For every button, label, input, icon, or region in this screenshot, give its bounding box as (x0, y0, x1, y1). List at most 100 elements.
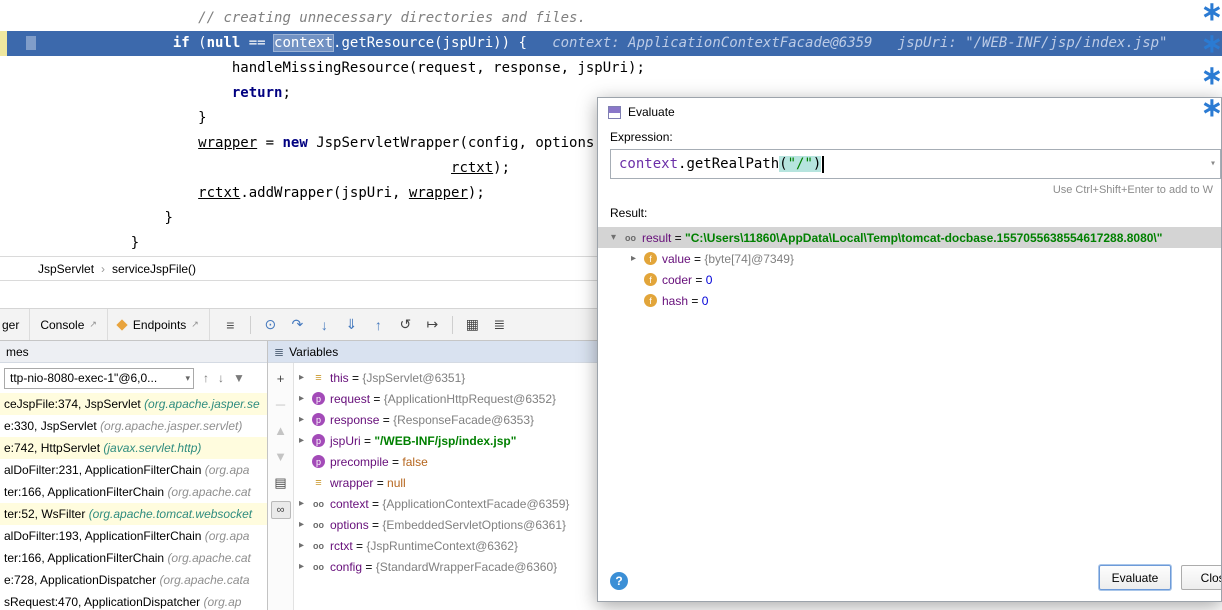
object-variable-icon: oo (312, 518, 325, 531)
layout-settings-icon[interactable]: ≣ (487, 316, 512, 333)
frame-row[interactable]: sRequest:470, ApplicationDispatcher (org… (0, 591, 267, 610)
expand-arrow-icon[interactable]: ▸ (299, 519, 311, 530)
blue-gear-icon[interactable]: ∗ (1201, 98, 1221, 117)
frame-row[interactable]: alDoFilter:231, ApplicationFilterChain (… (0, 459, 267, 481)
blue-gear-icon[interactable]: ∗ (1201, 66, 1221, 85)
expand-arrow-icon[interactable]: ▸ (299, 540, 311, 551)
variable-name: precompile (330, 455, 389, 469)
frame-package: (org.apache.tomcat.websocket (89, 507, 252, 521)
equals-sign: = (369, 497, 383, 511)
frames-panel: mes ttp-nio-8080-exec-1"@6,0... ▾ ↑↓▼ ce… (0, 341, 268, 610)
evaluate-button[interactable]: Evaluate (1099, 565, 1171, 590)
result-row[interactable]: ▾ooresult = "C:\Users\11860\AppData\Loca… (598, 227, 1221, 248)
move-up-icon[interactable]: ↑ (203, 371, 209, 385)
dialog-footer: ? Evaluate Close (598, 557, 1221, 601)
result-tree: ▾ooresult = "C:\Users\11860\AppData\Loca… (598, 227, 1221, 311)
show-watches-icon[interactable]: ∞ (271, 501, 291, 519)
variable-name: coder (662, 273, 692, 287)
code-token: if (173, 35, 190, 51)
expand-arrow-icon[interactable]: ▸ (299, 498, 311, 509)
indent (38, 110, 198, 126)
expand-arrow-icon[interactable]: ▾ (611, 232, 623, 243)
step-into-icon[interactable]: ↓ (312, 317, 337, 333)
frame-row[interactable]: alDoFilter:193, ApplicationFilterChain (… (0, 525, 267, 547)
execution-line: if (null == context.getResource(jspUri))… (0, 31, 1222, 56)
parameter-icon: p (312, 455, 325, 468)
tab-label: ger (2, 318, 19, 332)
blue-gear-icon[interactable]: ∗ (1201, 2, 1221, 21)
thread-selector[interactable]: ttp-nio-8080-exec-1"@6,0... ▾ (4, 368, 194, 389)
frame-row[interactable]: e:742, HttpServlet (javax.servlet.http) (0, 437, 267, 459)
expression-token: .getRealPath (678, 156, 779, 172)
variable-value: {JspRuntimeContext@6362} (366, 539, 518, 553)
move-down-icon[interactable]: ↓ (218, 371, 224, 385)
add-watch-icon[interactable]: + (272, 371, 290, 387)
expand-arrow-icon[interactable]: ▸ (299, 414, 311, 425)
frame-package: (org.apache.jasper.servlet) (100, 419, 242, 433)
view-options-grid-icon[interactable]: ▦ (460, 316, 485, 333)
frame-row[interactable]: ter:166, ApplicationFilterChain (org.apa… (0, 481, 267, 503)
frame-row[interactable]: ter:52, WsFilter (org.apache.tomcat.webs… (0, 503, 267, 525)
variable-row[interactable]: fcoder = 0 (598, 269, 1221, 290)
expand-arrow-icon[interactable]: ▸ (299, 372, 311, 383)
run-to-cursor-icon[interactable]: ↦ (420, 316, 445, 333)
tab-label: Console (40, 318, 84, 332)
equals-sign: = (370, 392, 384, 406)
show-execution-point-icon[interactable]: ⊙ (258, 316, 283, 333)
settings-menu-icon[interactable]: ≡ (218, 317, 243, 333)
dialog-titlebar[interactable]: Evaluate (598, 98, 1221, 126)
expand-arrow-icon[interactable]: ▸ (631, 253, 643, 264)
tab-endpoints[interactable]: Endpoints↗ (108, 309, 210, 340)
duplicate-watch-icon[interactable]: ▤ (272, 475, 290, 491)
equals-sign: = (361, 434, 375, 448)
variable-row[interactable]: fhash = 0 (598, 290, 1221, 311)
equals-sign: = (688, 294, 702, 308)
expand-arrow-icon[interactable]: ▸ (299, 435, 311, 446)
blue-gear-icon[interactable]: ∗ (1201, 34, 1221, 53)
code-token: ( (190, 35, 207, 51)
close-button[interactable]: Close (1181, 565, 1222, 590)
parameter-icon: p (312, 434, 325, 447)
frame-row[interactable]: e:330, JspServlet (org.apache.jasper.ser… (0, 415, 267, 437)
frame-row[interactable]: ter:166, ApplicationFilterChain (org.apa… (0, 547, 267, 569)
expression-history-chevron-icon[interactable]: ▾ (1210, 158, 1216, 169)
tab-console[interactable]: Console↗ (30, 309, 108, 340)
filter-funnel-icon[interactable]: ▼ (233, 371, 245, 385)
variable-row[interactable]: ▸fvalue = {byte[74]@7349} (598, 248, 1221, 269)
expand-arrow-icon[interactable]: ▸ (299, 393, 311, 404)
help-icon[interactable]: ? (610, 572, 628, 590)
result-label: Result: (610, 206, 1221, 220)
variable-value: "/WEB-INF/jsp/index.jsp" (374, 434, 516, 448)
equals-sign: = (362, 560, 376, 574)
drop-frame-icon[interactable]: ↺ (393, 316, 418, 333)
evaluate-dialog-icon (608, 106, 621, 119)
code-token: wrapper (198, 135, 257, 151)
step-out-icon[interactable]: ↑ (366, 317, 391, 333)
code-token: .getResource(jspUri)) { (333, 35, 527, 51)
chevron-down-icon: ▾ (185, 373, 190, 384)
variable-value: {EmbeddedServletOptions@6361} (382, 518, 566, 532)
frame-row[interactable]: e:728, ApplicationDispatcher (org.apache… (0, 569, 267, 591)
frame-location: ceJspFile:374, JspServlet (4, 397, 144, 411)
variable-value: {JspServlet@6351} (362, 371, 465, 385)
inline-debug-hint: context: ApplicationContextFacade@6359 j… (527, 35, 1168, 51)
breadcrumb-item-method[interactable]: serviceJspFile() (112, 262, 196, 276)
breadcrumb-item-class[interactable]: JspServlet (38, 262, 94, 276)
frame-row[interactable]: ceJspFile:374, JspServlet (org.apache.ja… (0, 393, 267, 415)
code-line: handleMissingResource(request, response,… (0, 56, 1222, 81)
equals-sign: = (379, 413, 393, 427)
object-variable-icon: oo (312, 497, 325, 510)
force-step-into-icon[interactable]: ⇓ (339, 316, 364, 333)
indent (38, 10, 198, 26)
frame-package: (org.apache.cat (167, 485, 250, 499)
variables-header-label: Variables (289, 345, 338, 359)
frame-package: (javax.servlet.http) (103, 441, 201, 455)
step-over-icon[interactable]: ↷ (285, 316, 310, 333)
toolbar-separator (452, 316, 453, 334)
frame-package: (org.apache.jasper.se (144, 397, 260, 411)
variable-name: options (330, 518, 369, 532)
expression-input[interactable]: context.getRealPath("/") ▾ (610, 149, 1221, 179)
expand-arrow-icon[interactable]: ▸ (299, 561, 311, 572)
indent (38, 85, 232, 101)
tab-ger[interactable]: ger (0, 309, 30, 340)
